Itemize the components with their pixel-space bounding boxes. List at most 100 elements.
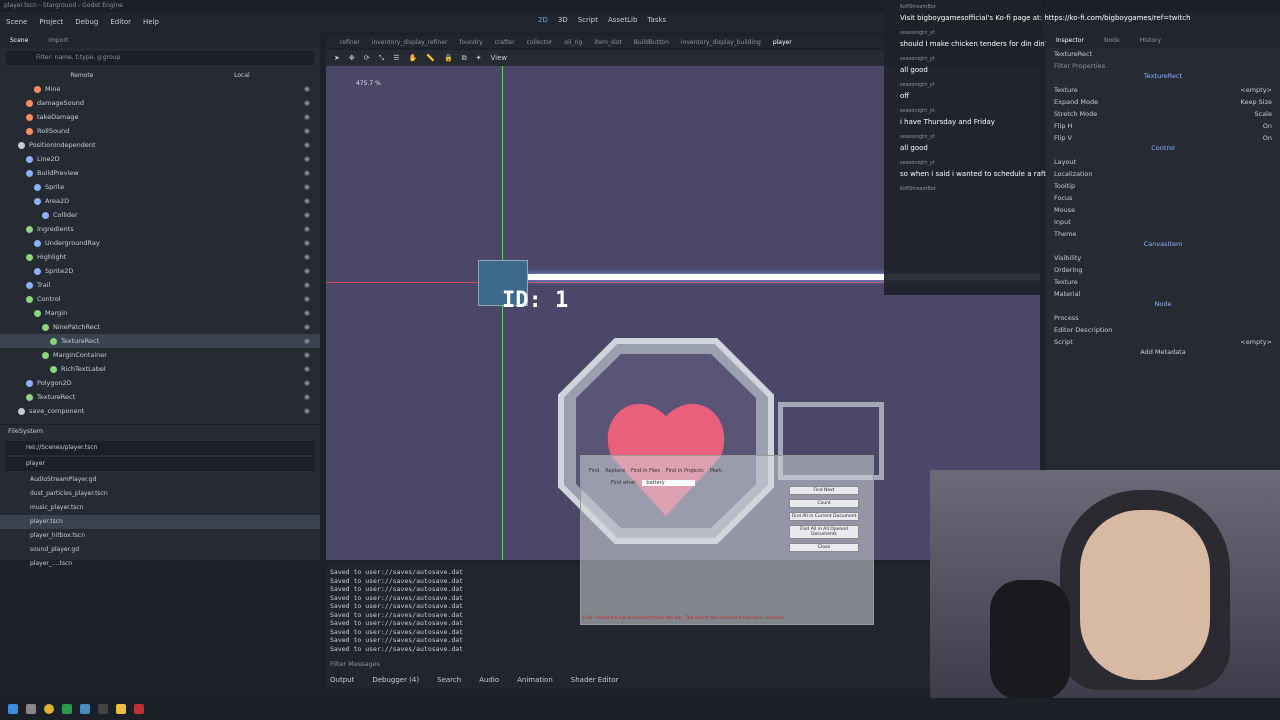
visibility-eye-icon[interactable]: ◉	[304, 155, 310, 163]
tree-node[interactable]: UndergroundRay ◉	[0, 236, 320, 250]
property-row[interactable]: Texture <empty>	[1046, 84, 1280, 96]
property-row[interactable]: Expand Mode Keep Size	[1046, 96, 1280, 108]
chrome-icon[interactable]	[44, 704, 54, 714]
rotate-tool-icon[interactable]: ⟳	[364, 54, 370, 62]
workspace-assetlib[interactable]: AssetLib	[608, 16, 637, 24]
class-header[interactable]: TextureRect	[1046, 72, 1280, 84]
menu-help[interactable]: Help	[137, 18, 165, 26]
visibility-eye-icon[interactable]: ◉	[304, 211, 310, 219]
tree-node[interactable]: Mine ◉	[0, 82, 320, 96]
property-value[interactable]: <empty>	[1240, 86, 1272, 94]
view-menu[interactable]: View	[491, 54, 508, 62]
file-item[interactable]: AudioStreamPlayer.gd	[0, 473, 320, 487]
select-tool-icon[interactable]: ➤	[334, 54, 340, 62]
inspector-section[interactable]: Localization	[1046, 168, 1280, 180]
tab-import[interactable]: Import	[38, 37, 78, 44]
bottom-tab[interactable]: Search	[437, 676, 461, 688]
inspector-section[interactable]: Mouse	[1046, 204, 1280, 216]
tree-node[interactable]: Collider ◉	[0, 208, 320, 222]
app-icon[interactable]	[134, 704, 144, 714]
scene-tab[interactable]: oil_rig	[564, 39, 582, 46]
find-input[interactable]: battery	[642, 480, 695, 486]
scale-tool-icon[interactable]: ⤡	[379, 54, 385, 63]
visibility-eye-icon[interactable]: ◉	[304, 267, 310, 275]
godot-icon[interactable]	[80, 704, 90, 714]
tree-node[interactable]: Margin ◉	[0, 306, 320, 320]
scene-tab[interactable]: inventory_display_refiner	[372, 39, 448, 46]
property-value[interactable]: On	[1263, 134, 1272, 142]
scene-tab[interactable]: player	[773, 39, 792, 46]
tree-node[interactable]: Area2D ◉	[0, 194, 320, 208]
menu-project[interactable]: Project	[33, 18, 69, 26]
obs-icon[interactable]	[98, 704, 108, 714]
visibility-eye-icon[interactable]: ◉	[304, 253, 310, 261]
bottom-tab[interactable]: Audio	[479, 676, 499, 688]
visibility-eye-icon[interactable]: ◉	[304, 379, 310, 387]
tab-inspector[interactable]: Inspector	[1046, 37, 1094, 44]
visibility-eye-icon[interactable]: ◉	[304, 281, 310, 289]
windows-start-icon[interactable]	[8, 704, 18, 714]
tree-node[interactable]: RichTextLabel ◉	[0, 362, 320, 376]
folder-icon[interactable]	[116, 704, 126, 714]
lock-icon[interactable]: 🔒	[444, 54, 453, 62]
workspace-2d[interactable]: 2D	[538, 16, 548, 24]
property-filter[interactable]: Filter Properties	[1046, 60, 1280, 72]
inspector-section[interactable]: Tooltip	[1046, 180, 1280, 192]
tree-node[interactable]: TextureRect ◉	[0, 390, 320, 404]
scene-filter-input[interactable]: Filter: name, t:type, g:group	[6, 51, 314, 65]
tree-node[interactable]: save_component ◉	[0, 404, 320, 418]
visibility-eye-icon[interactable]: ◉	[304, 239, 310, 247]
find-tab[interactable]: Find in Files	[631, 468, 660, 474]
tree-node[interactable]: TextureRect ◉	[0, 334, 320, 348]
bottom-tab[interactable]: Debugger (4)	[372, 676, 419, 688]
zoom-level[interactable]: 475.7 %	[356, 80, 381, 87]
workspace-tasks[interactable]: Tasks	[647, 16, 666, 24]
visibility-eye-icon[interactable]: ◉	[304, 337, 310, 345]
scene-tab[interactable]: crafter	[495, 39, 515, 46]
visibility-eye-icon[interactable]: ◉	[304, 323, 310, 331]
filter-messages-input[interactable]: Filter Messages	[330, 660, 380, 668]
list-tool-icon[interactable]: ☰	[393, 54, 399, 62]
tree-node[interactable]: takeDamage ◉	[0, 110, 320, 124]
find-tab[interactable]: Mark	[710, 468, 722, 474]
scene-tab[interactable]: inventory_display_building	[681, 39, 761, 46]
inspector-section[interactable]: Layout	[1046, 156, 1280, 168]
find-dialog-button[interactable]: Count	[789, 499, 859, 508]
property-row[interactable]: Flip V On	[1046, 132, 1280, 144]
bottom-tab[interactable]: Output	[330, 676, 354, 688]
scene-tab[interactable]: item_slot	[594, 39, 621, 46]
inspector-section[interactable]: Material	[1046, 288, 1280, 300]
visibility-eye-icon[interactable]: ◉	[304, 351, 310, 359]
scene-tab[interactable]: refiner	[340, 39, 360, 46]
inspector-section[interactable]: Visibility	[1046, 252, 1280, 264]
file-item[interactable]: sound_player.gd	[0, 543, 320, 557]
bottom-tab[interactable]: Shader Editor	[571, 676, 619, 688]
filesystem-search[interactable]: player	[6, 457, 314, 471]
control-header[interactable]: Control	[1046, 144, 1280, 156]
find-tab[interactable]: Find in Projects	[666, 468, 704, 474]
scene-tab[interactable]: BuildButton	[634, 39, 669, 46]
tab-history[interactable]: History	[1130, 37, 1171, 44]
find-dialog-button[interactable]: Find All in Current Document	[789, 512, 859, 521]
tree-node[interactable]: BuildPreview ◉	[0, 166, 320, 180]
tree-node[interactable]: Control ◉	[0, 292, 320, 306]
visibility-eye-icon[interactable]: ◉	[304, 225, 310, 233]
tab-node[interactable]: Node	[1094, 37, 1130, 44]
filesystem-path[interactable]: res://Scenes/player.tscn	[6, 441, 314, 455]
visibility-eye-icon[interactable]: ◉	[304, 295, 310, 303]
search-icon[interactable]	[26, 704, 36, 714]
visibility-eye-icon[interactable]: ◉	[304, 197, 310, 205]
add-metadata-button[interactable]: Add Metadata	[1046, 348, 1280, 360]
tree-node[interactable]: PositionIndependent ◉	[0, 138, 320, 152]
find-dialog-button[interactable]: Close	[789, 543, 859, 552]
visibility-eye-icon[interactable]: ◉	[304, 113, 310, 121]
script-row[interactable]: Script <empty>	[1046, 336, 1280, 348]
visibility-eye-icon[interactable]: ◉	[304, 407, 310, 415]
tree-node[interactable]: damageSound ◉	[0, 96, 320, 110]
tree-node[interactable]: Line2D ◉	[0, 152, 320, 166]
node-header[interactable]: Node	[1046, 300, 1280, 312]
visibility-eye-icon[interactable]: ◉	[304, 85, 310, 93]
remote-button[interactable]: Remote	[70, 72, 93, 79]
tree-node[interactable]: Polygon2D ◉	[0, 376, 320, 390]
move-tool-icon[interactable]: ✥	[349, 54, 355, 62]
